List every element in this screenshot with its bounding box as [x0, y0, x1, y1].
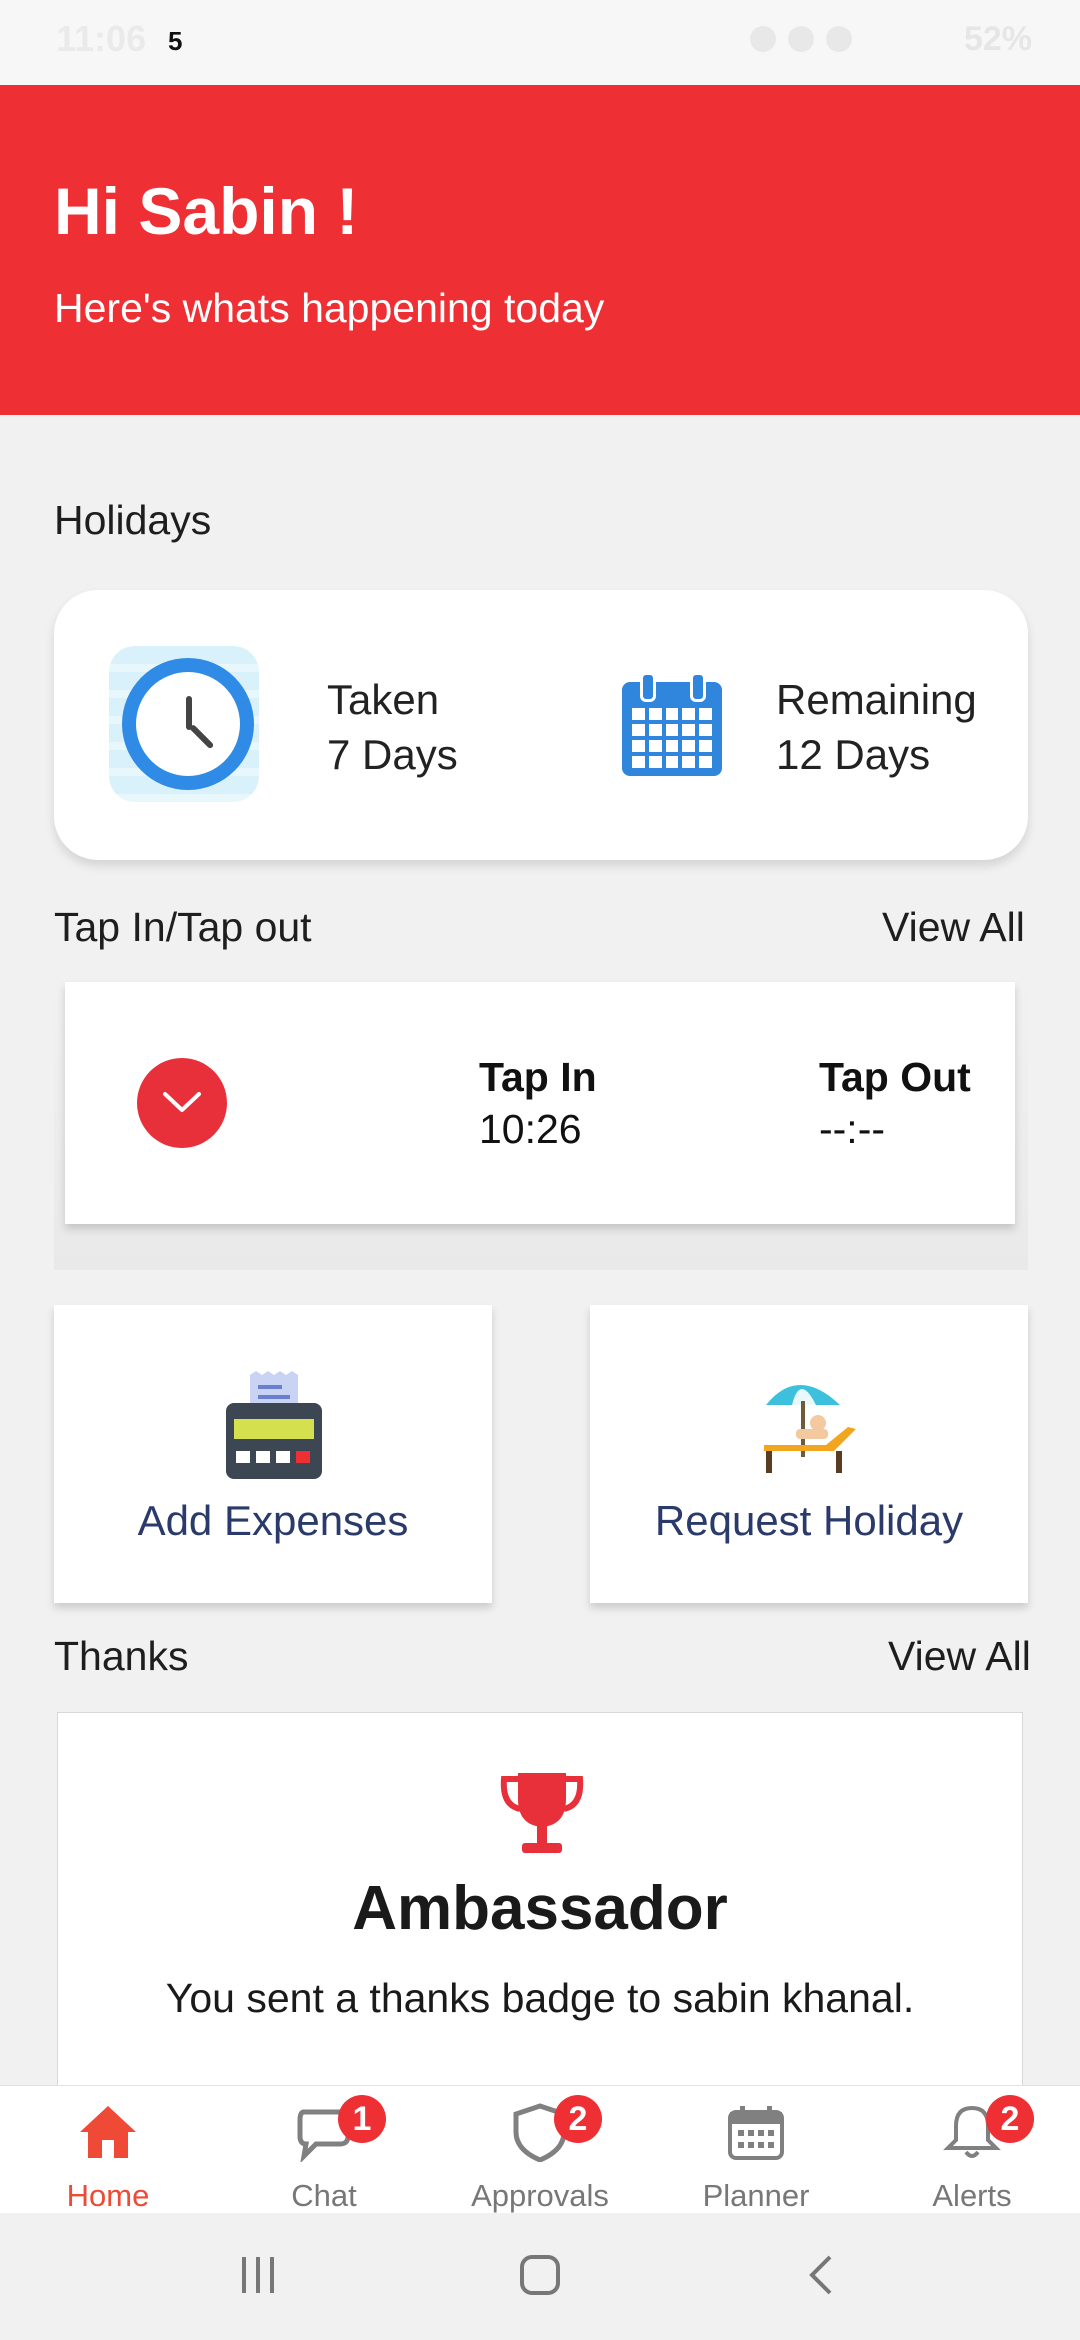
nav-planner-label: Planner [702, 2178, 810, 2213]
wifi-icon [788, 26, 814, 52]
nav-approvals[interactable]: 2 Approvals [432, 2086, 648, 2214]
thanks-view-all-link[interactable]: View All [888, 1633, 1031, 1680]
nav-alerts-label: Alerts [932, 2178, 1012, 2213]
trophy-icon [500, 1773, 584, 1853]
beach-umbrella-icon [764, 1385, 856, 1473]
tap-toggle-button[interactable] [137, 1058, 227, 1148]
remaining-label: Remaining [776, 676, 977, 723]
home-system-icon[interactable] [518, 2253, 562, 2297]
nav-home-label: Home [66, 2178, 150, 2213]
status-time: 11:06 [56, 18, 147, 59]
signal-icon [826, 26, 852, 52]
taken-label: Taken [327, 676, 440, 723]
tap-view-all-link[interactable]: View All [882, 904, 1025, 951]
notification-count: 5 [168, 26, 183, 56]
battery-level: 52% [963, 20, 1032, 58]
nav-approvals-label: Approvals [471, 2178, 609, 2213]
bottom-navigation: Home 1 Chat 2 Approvals Planner 2 Alerts [0, 2085, 1080, 2214]
taken-value: 7 Days [327, 731, 458, 778]
thanks-badge-title: Ambassador [352, 1874, 728, 1943]
thanks-message: You sent a thanks badge to sabin khanal. [165, 1975, 915, 2021]
nav-home[interactable]: Home [0, 2086, 216, 2214]
clock-icon [122, 658, 254, 790]
greeting-subtitle: Here's whats happening today [54, 285, 605, 331]
holidays-taken: Taken 7 Days [327, 672, 458, 782]
chat-badge: 1 [338, 2095, 386, 2143]
nav-chat[interactable]: 1 Chat [216, 2086, 432, 2214]
request-holiday-button[interactable]: Request Holiday [590, 1305, 1028, 1603]
home-icon [80, 2106, 136, 2158]
alerts-badge: 2 [986, 2095, 1034, 2143]
system-navigation-bar [0, 2213, 1080, 2340]
holidays-remaining: Remaining 12 Days [776, 672, 977, 782]
tap-out-label: Tap Out [819, 1054, 971, 1100]
approvals-badge: 2 [554, 2095, 602, 2143]
status-icons [750, 26, 870, 60]
tap-section-title: Tap In/Tap out [54, 904, 312, 950]
tap-card: Tap In 10:26 Tap Out --:-- [65, 982, 1015, 1224]
recent-apps-icon[interactable] [236, 2253, 280, 2297]
greeting-title: Hi Sabin ! [54, 174, 359, 248]
greeting-header: Hi Sabin ! Here's whats happening today [0, 85, 1080, 415]
back-icon[interactable] [800, 2253, 844, 2297]
add-expenses-label: Add Expenses [137, 1497, 409, 1544]
holidays-section-title: Holidays [54, 497, 212, 543]
nav-chat-label: Chat [291, 2178, 357, 2213]
add-expenses-button[interactable]: Add Expenses [54, 1305, 492, 1603]
request-holiday-label: Request Holiday [654, 1497, 964, 1544]
chevron-down-icon [163, 1092, 201, 1112]
tap-in-label: Tap In [479, 1054, 597, 1100]
remaining-value: 12 Days [776, 731, 931, 778]
tap-in-value: 10:26 [479, 1106, 582, 1152]
receipt-printer-icon [226, 1371, 322, 1479]
nav-planner[interactable]: Planner [648, 2086, 864, 2214]
holidays-card[interactable]: Taken 7 Days Remaining 12 Days [54, 590, 1028, 860]
calendar-icon [728, 2106, 784, 2160]
thanks-card[interactable]: Ambassador You sent a thanks badge to sa… [57, 1712, 1023, 2104]
thanks-section-title: Thanks [54, 1633, 189, 1679]
tap-out-value: --:-- [819, 1106, 886, 1152]
calendar-icon [622, 672, 722, 776]
status-bar: 11:06 5 52% [0, 0, 1080, 85]
nav-alerts[interactable]: 2 Alerts [864, 2086, 1080, 2214]
alarm-icon [750, 26, 776, 52]
